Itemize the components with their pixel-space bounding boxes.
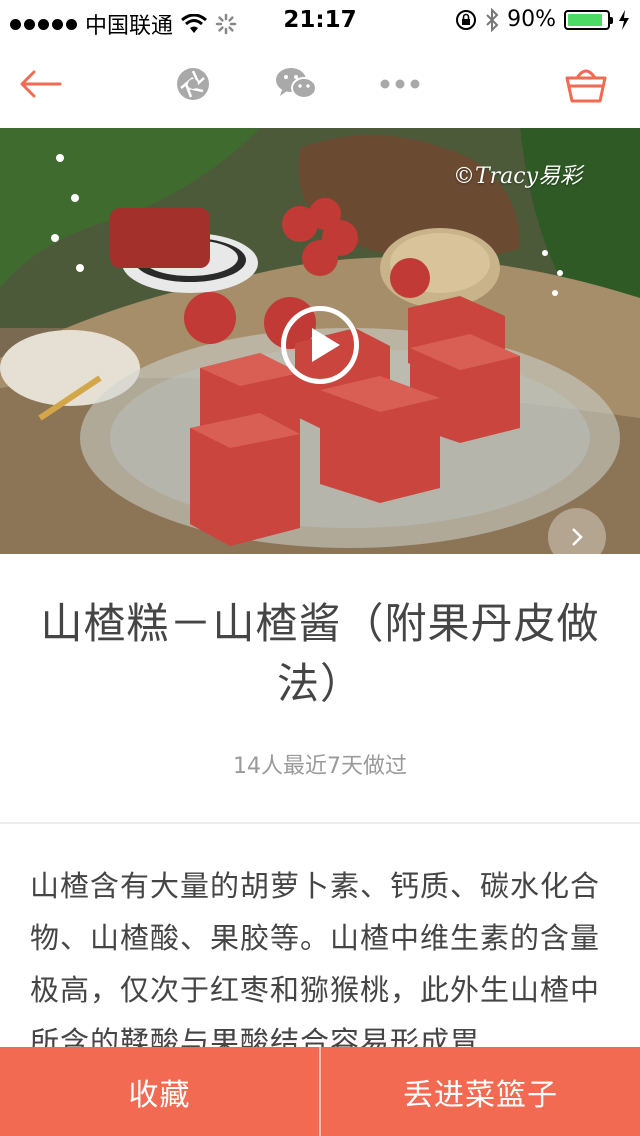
bottom-action-bar: 收藏 丢进菜篮子 <box>0 1047 640 1136</box>
back-arrow-icon <box>20 70 62 98</box>
bluetooth-icon <box>486 7 499 32</box>
moments-icon <box>177 68 209 100</box>
share-moments-button[interactable] <box>171 62 215 106</box>
recipe-description: 山楂含有大量的胡萝卜素、钙质、碳水化合物、山楂酸、果胶等。山楂中维生素的含量极高… <box>30 869 601 1059</box>
made-count: 14人最近7天做过 <box>233 754 407 779</box>
photo-credit: ©Tracy易彩 <box>452 164 582 189</box>
status-bar: 中国联通 21:17 90% <box>0 0 640 40</box>
next-arrow-icon <box>572 528 583 546</box>
status-right: 90% <box>455 7 630 32</box>
basket-button[interactable] <box>564 62 608 106</box>
play-icon[interactable] <box>281 306 359 384</box>
back-button[interactable] <box>18 62 62 106</box>
battery-fill <box>568 13 603 26</box>
favorite-button[interactable]: 收藏 <box>0 1047 319 1136</box>
battery-icon <box>564 9 613 30</box>
charging-bolt-icon <box>619 9 629 30</box>
battery-percent: 90% <box>507 7 556 32</box>
more-button[interactable] <box>378 62 422 106</box>
recipe-title-section: 山楂糕－山楂酱（附果丹皮做法） 14人最近7天做过 <box>0 554 640 824</box>
recipe-title: 山楂糕－山楂酱（附果丹皮做法） <box>40 599 600 708</box>
basket-icon <box>565 69 607 103</box>
more-dots-icon <box>380 79 420 89</box>
wechat-icon <box>276 68 317 99</box>
recipe-hero-image[interactable]: ©Tracy易彩 <box>0 128 640 554</box>
add-to-basket-button[interactable]: 丢进菜篮子 <box>321 1047 640 1136</box>
nav-bar <box>0 40 640 128</box>
share-wechat-button[interactable] <box>274 62 318 106</box>
orientation-lock-icon <box>456 9 477 30</box>
